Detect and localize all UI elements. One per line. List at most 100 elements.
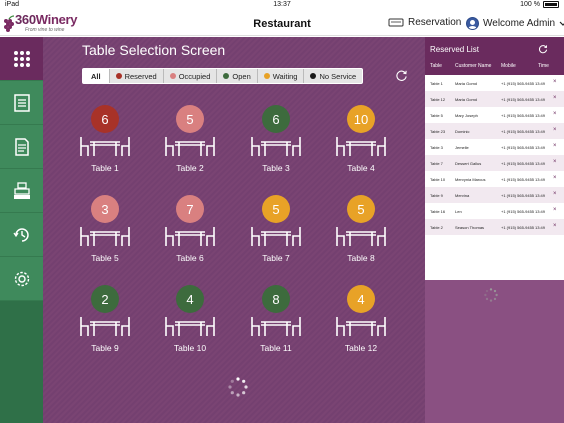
table-chairs-icon <box>80 227 130 246</box>
grid-icon <box>13 50 30 67</box>
remove-icon[interactable]: × <box>553 159 557 165</box>
reservation-row[interactable]: Table 1 Maria Gomd +1 (915) 565-9455 13:49 × <box>425 75 564 91</box>
table-card[interactable]: 3 Table 5 <box>75 195 135 265</box>
sidebar-item-orders[interactable] <box>0 81 43 125</box>
guest-count-badge: 10 <box>347 105 375 133</box>
reservation-mobile: +1 (915) 565-9455 <box>501 225 535 230</box>
table-card[interactable]: 4 Table 12 <box>331 285 391 355</box>
admin-menu[interactable]: Welcome Admin <box>466 17 564 30</box>
guest-count-badge: 3 <box>91 195 119 223</box>
table-label: Table 3 <box>262 163 290 173</box>
reservation-row[interactable]: Table 3 Jemelle +1 (915) 565-9455 13:49 × <box>425 139 564 155</box>
table-chairs-icon <box>251 227 301 246</box>
reservation-row[interactable]: Table 16 Len +1 (915) 565-9455 13:49 × <box>425 203 564 219</box>
reserved-list-columns: Table Customer Name Mobile Time <box>425 59 564 75</box>
no-service-dot-icon <box>310 73 317 79</box>
filter-occupied[interactable]: Occupied <box>164 69 218 83</box>
open-dot-icon <box>223 73 230 79</box>
reservation-customer: Maria Gomd <box>455 97 478 102</box>
reservation-mobile: +1 (915) 565-9455 <box>501 177 535 182</box>
table-card[interactable]: 5 Table 2 <box>160 105 220 175</box>
sidebar-item-settings[interactable] <box>0 257 43 301</box>
remove-icon[interactable]: × <box>553 191 557 197</box>
remove-icon[interactable]: × <box>553 223 557 229</box>
remove-icon[interactable]: × <box>553 95 557 101</box>
guest-count-badge: 8 <box>262 285 290 313</box>
refresh-icon[interactable] <box>538 44 548 54</box>
table-label: Table 6 <box>176 253 204 263</box>
reservation-time: 13:49 <box>535 209 546 214</box>
table-card[interactable]: 7 Table 6 <box>160 195 220 265</box>
table-chairs-icon <box>165 227 215 246</box>
reservation-table: Table 7 <box>430 161 443 166</box>
reservation-row[interactable]: Table 12 Maria Gomd +1 (915) 565-9455 13:49… <box>425 91 564 107</box>
guest-count-badge: 2 <box>91 285 119 313</box>
table-card[interactable]: 8 Table 11 <box>246 285 306 355</box>
column-header-table: Table <box>430 63 442 69</box>
reservation-mobile: +1 (915) 565-9455 <box>501 161 535 166</box>
table-label: Table 9 <box>91 343 119 353</box>
reservation-row[interactable]: Table 9 Mervina +1 (915) 565-9455 13:49 × <box>425 187 564 203</box>
remove-icon[interactable]: × <box>553 143 557 149</box>
filter-all[interactable]: All <box>83 69 110 83</box>
guest-count-badge: 5 <box>347 195 375 223</box>
reservation-customer: Dominic <box>455 129 470 134</box>
reservation-button[interactable]: Reservation <box>388 17 461 28</box>
reservation-customer: Season Thomas <box>455 225 485 230</box>
filter-waiting[interactable]: Waiting <box>258 69 305 83</box>
remove-icon[interactable]: × <box>553 127 557 133</box>
reservation-row[interactable]: Table 2 Season Thomas +1 (915) 565-9455 13:… <box>425 219 564 235</box>
admin-label: Welcome Admin <box>483 18 556 29</box>
battery-icon <box>543 1 559 8</box>
table-chairs-icon <box>336 137 386 156</box>
reservation-mobile: +1 (915) 565-9455 <box>501 129 535 134</box>
table-card[interactable]: 10 Table 4 <box>331 105 391 175</box>
filter-no-service[interactable]: No Service <box>304 69 362 83</box>
remove-icon[interactable]: × <box>553 79 557 85</box>
table-label: Table 5 <box>91 253 119 263</box>
sidebar-item-history[interactable] <box>0 213 43 257</box>
reservation-table: Table 16 <box>430 209 446 214</box>
reserved-list-panel: Reserved List Table Customer Name Mobile… <box>425 37 564 423</box>
status-filter-bar: All Reserved Occupied Open Waiting No Se… <box>82 68 364 84</box>
reservation-mobile: +1 (915) 565-9455 <box>501 113 535 118</box>
guest-count-badge: 6 <box>91 105 119 133</box>
sidebar-item-tables[interactable] <box>0 37 48 81</box>
reservation-table: Table 3 <box>430 145 443 150</box>
reservation-row[interactable]: Table 23 Dominic +1 (915) 565-9455 13:49 × <box>425 123 564 139</box>
sidebar-item-reports[interactable] <box>0 125 43 169</box>
reservation-row[interactable]: Table 10 Mervynia Marcus +1 (915) 565-9455… <box>425 171 564 187</box>
remove-icon[interactable]: × <box>553 207 557 213</box>
table-chairs-icon <box>165 317 215 336</box>
sidebar-item-register[interactable] <box>0 169 43 213</box>
reserved-list-rows: Table 1 Maria Gomd +1 (915) 565-9455 13:49 ×… <box>425 75 564 302</box>
table-card[interactable]: 6 Table 1 <box>75 105 135 175</box>
grapes-icon <box>4 15 15 32</box>
table-card[interactable]: 5 Table 7 <box>246 195 306 265</box>
table-card[interactable]: 5 Table 8 <box>331 195 391 265</box>
reservation-customer: Mervina <box>455 193 470 198</box>
guest-count-badge: 6 <box>262 105 290 133</box>
refresh-icon[interactable] <box>395 69 408 82</box>
column-header-time: Time <box>538 63 549 69</box>
table-label: Table 12 <box>344 343 378 353</box>
filter-open[interactable]: Open <box>217 69 258 83</box>
reservation-mobile: +1 (915) 565-9455 <box>501 97 535 102</box>
reservation-customer: Mary Joseph <box>455 113 478 118</box>
filter-reserved[interactable]: Reserved <box>110 69 164 83</box>
reservation-row[interactable]: Table 7 Dessert Gallus +1 (915) 565-9455 13… <box>425 155 564 171</box>
reservation-mobile: +1 (915) 565-9455 <box>501 193 535 198</box>
remove-icon[interactable]: × <box>553 111 557 117</box>
table-card[interactable]: 4 Table 10 <box>160 285 220 355</box>
waiting-dot-icon <box>263 73 270 79</box>
guest-count-badge: 5 <box>176 105 204 133</box>
table-card[interactable]: 2 Table 9 <box>75 285 135 355</box>
remove-icon[interactable]: × <box>553 175 557 181</box>
reservation-table: Table 12 <box>430 97 446 102</box>
table-label: Table 7 <box>262 253 290 263</box>
reservation-time: 13:49 <box>535 113 546 118</box>
guest-count-badge: 4 <box>347 285 375 313</box>
table-card[interactable]: 6 Table 3 <box>246 105 306 175</box>
reservation-row[interactable]: Table 5 Mary Joseph +1 (915) 565-9455 13:49… <box>425 107 564 123</box>
reservation-table: Table 5 <box>430 113 443 118</box>
